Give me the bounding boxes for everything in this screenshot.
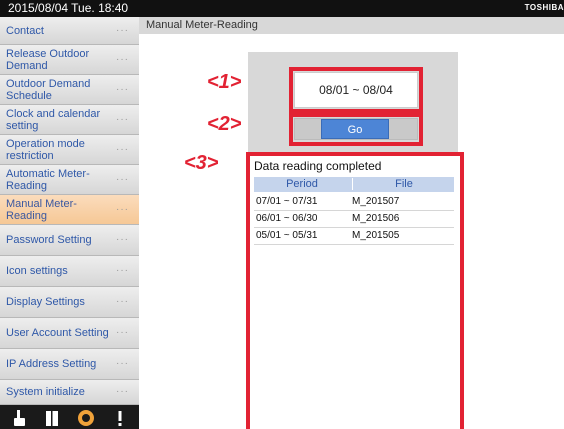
more-dots-icon: ··· bbox=[116, 83, 129, 95]
hand-pointer-icon[interactable] bbox=[10, 408, 30, 428]
book-icon[interactable] bbox=[42, 408, 62, 428]
sidebar-item-ip-address-setting[interactable]: IP Address Setting ··· bbox=[0, 349, 139, 380]
sidebar-item-label: Password Setting bbox=[6, 234, 92, 246]
brand-logo: TOSHIBA bbox=[524, 3, 564, 12]
sidebar-item-label: Icon settings bbox=[6, 265, 68, 277]
sidebar-item-outdoor-demand-schedule[interactable]: Outdoor Demand Schedule ··· bbox=[0, 75, 139, 105]
datetime: 2015/08/04 Tue. 18:40 bbox=[8, 1, 129, 15]
alert-icon[interactable] bbox=[110, 408, 130, 428]
sidebar: Contact ··· Release Outdoor Demand ··· Out… bbox=[0, 17, 139, 429]
sidebar-item-label: Release Outdoor Demand bbox=[6, 47, 90, 72]
page-header: Manual Meter-Reading bbox=[139, 17, 564, 34]
sidebar-item-label: Contact bbox=[6, 24, 44, 37]
sidebar-item-label: Display Settings bbox=[6, 296, 85, 308]
sidebar-item-clock-calendar[interactable]: Clock and calendar setting ··· bbox=[0, 105, 139, 135]
more-dots-icon: ··· bbox=[116, 53, 129, 65]
sidebar-item-icon-settings[interactable]: Icon settings ··· bbox=[0, 256, 139, 287]
more-dots-icon: ··· bbox=[116, 386, 129, 397]
sidebar-item-label: IP Address Setting bbox=[6, 358, 97, 370]
more-dots-icon: ··· bbox=[116, 327, 129, 338]
more-dots-icon: ··· bbox=[116, 173, 129, 185]
sidebar-item-label: Manual Meter-Reading bbox=[6, 197, 77, 222]
sidebar-item-operation-mode-restriction[interactable]: Operation mode restriction ··· bbox=[0, 135, 139, 165]
callout-label-2: <2> bbox=[207, 113, 242, 135]
sidebar-item-display-settings[interactable]: Display Settings ··· bbox=[0, 287, 139, 318]
more-dots-icon: ··· bbox=[116, 234, 129, 245]
callout-box-2 bbox=[289, 113, 423, 146]
more-dots-icon: ··· bbox=[116, 24, 129, 36]
status-bar: 2015/08/04 Tue. 18:40 TOSHIBA bbox=[0, 0, 564, 17]
more-dots-icon: ··· bbox=[116, 203, 129, 215]
callout-box-3 bbox=[246, 152, 464, 429]
more-dots-icon: ··· bbox=[116, 113, 129, 125]
sidebar-item-label: Clock and calendar setting bbox=[6, 107, 101, 132]
more-dots-icon: ··· bbox=[116, 143, 129, 155]
gear-icon[interactable] bbox=[76, 408, 96, 428]
sidebar-item-label: Operation mode restriction bbox=[6, 137, 85, 162]
sidebar-item-label: Automatic Meter-Reading bbox=[6, 167, 90, 192]
more-dots-icon: ··· bbox=[116, 265, 129, 276]
callout-box-1 bbox=[289, 67, 423, 113]
callout-label-1: <1> bbox=[207, 71, 242, 93]
sidebar-item-user-account-setting[interactable]: User Account Setting ··· bbox=[0, 318, 139, 349]
sidebar-item-contact[interactable]: Contact ··· bbox=[0, 17, 139, 45]
sidebar-item-label: User Account Setting bbox=[6, 327, 109, 339]
sidebar-item-automatic-meter-reading[interactable]: Automatic Meter-Reading ··· bbox=[0, 165, 139, 195]
sidebar-item-password-setting[interactable]: Password Setting ··· bbox=[0, 225, 139, 256]
page-title: Manual Meter-Reading bbox=[146, 19, 258, 31]
more-dots-icon: ··· bbox=[116, 358, 129, 369]
more-dots-icon: ··· bbox=[116, 296, 129, 307]
sidebar-item-label: Outdoor Demand Schedule bbox=[6, 77, 91, 102]
sidebar-item-release-outdoor-demand[interactable]: Release Outdoor Demand ··· bbox=[0, 45, 139, 75]
bottom-icon-bar bbox=[0, 405, 139, 429]
sidebar-item-system-initialize[interactable]: System initialize ··· bbox=[0, 380, 139, 405]
callout-label-3: <3> bbox=[184, 152, 219, 174]
sidebar-item-label: System initialize bbox=[6, 386, 85, 398]
sidebar-item-manual-meter-reading[interactable]: Manual Meter-Reading ··· bbox=[0, 195, 139, 225]
